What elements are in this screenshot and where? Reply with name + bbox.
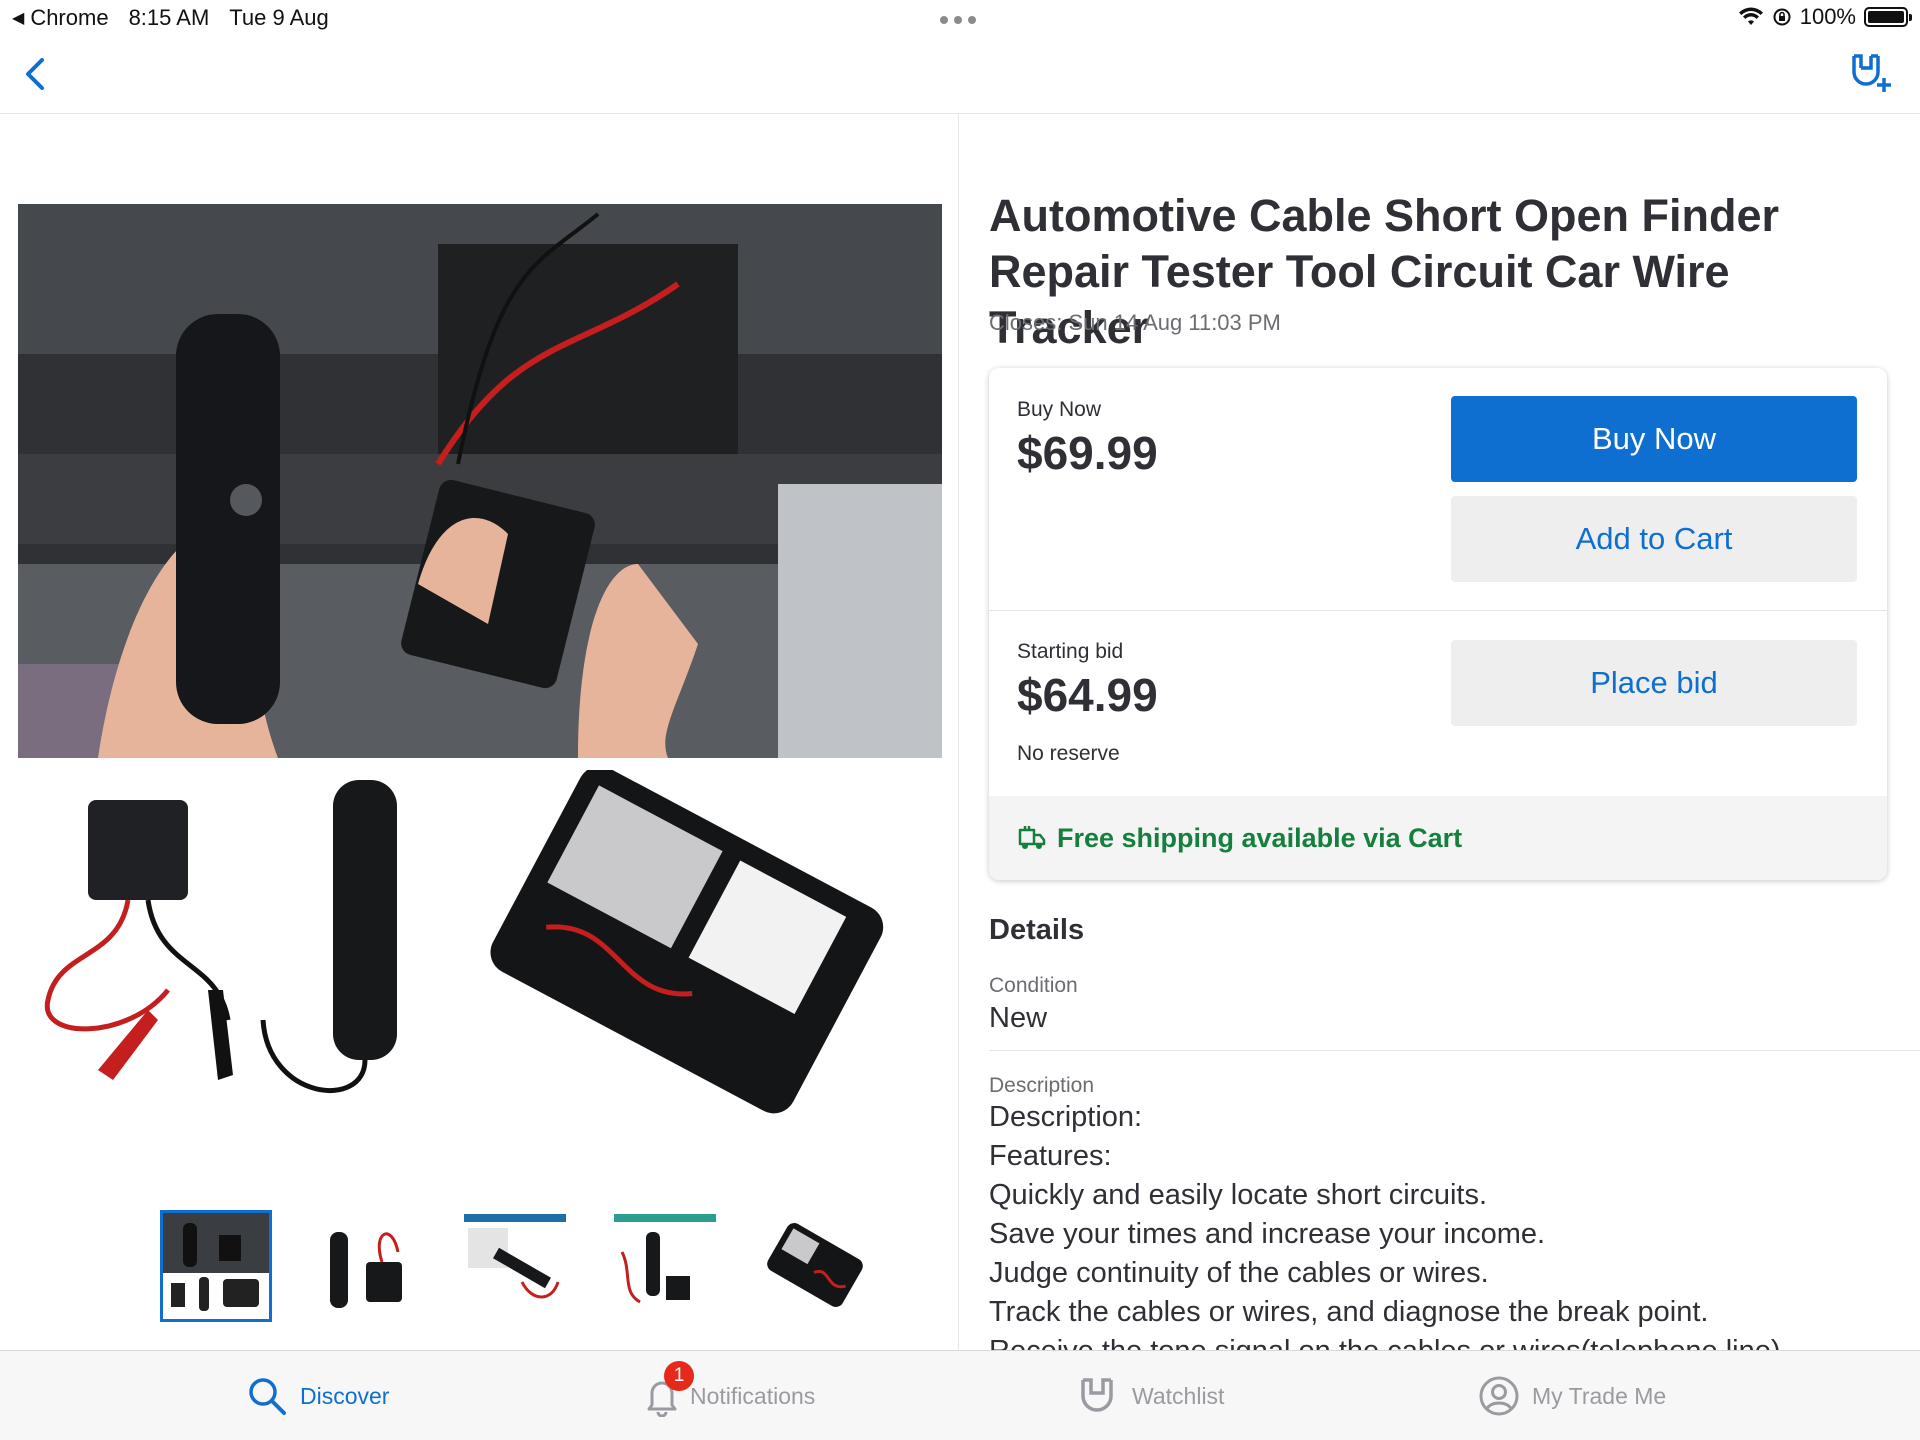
description-line: Quickly and easily locate short circuits… <box>989 1179 1488 1211</box>
status-app-name[interactable]: Chrome <box>30 5 108 31</box>
add-to-cart-button[interactable]: Add to Cart <box>1451 496 1857 582</box>
notification-badge: 1 <box>664 1361 694 1391</box>
main-product-image[interactable] <box>18 204 942 758</box>
tab-discover[interactable]: Discover <box>246 1373 389 1419</box>
tab-label: My Trade Me <box>1532 1382 1667 1409</box>
purchase-card: Buy Now $69.99 Buy Now Add to Cart Start… <box>989 368 1887 880</box>
condition-label: Condition <box>989 974 1078 997</box>
status-right: 100% <box>1738 4 1912 30</box>
shipping-banner[interactable]: Free shipping available via Cart <box>989 796 1887 880</box>
tab-watchlist[interactable]: Watchlist <box>1078 1373 1224 1419</box>
description-line: Description: <box>989 1101 1143 1133</box>
bottom-tab-bar: Discover 1 Notifications Watchlist My Tr… <box>0 1350 1920 1440</box>
reserve-status: No reserve <box>1017 742 1120 765</box>
description-line: Judge continuity of the cables or wires. <box>989 1257 1489 1289</box>
description-line: Receive the tone signal on the cables or… <box>989 1332 1889 1350</box>
product-kit-photo <box>18 766 942 1120</box>
column-divider <box>958 114 959 1350</box>
shipping-text: Free shipping available via Cart <box>1057 822 1463 853</box>
card-separator <box>989 610 1887 611</box>
search-icon <box>249 1378 286 1415</box>
user-circle-icon <box>1479 1376 1519 1416</box>
battery-percent: 100% <box>1799 4 1856 29</box>
tab-label: Notifications <box>690 1382 816 1409</box>
thumbnail-4[interactable] <box>610 1210 722 1322</box>
description-text: Description: Features: Quickly and easil… <box>989 1098 1889 1350</box>
back-to-app-icon[interactable]: ◀ <box>12 8 24 28</box>
orientation-lock-icon <box>1773 8 1791 26</box>
details-heading: Details <box>989 914 1085 946</box>
details-separator <box>989 1050 1920 1051</box>
place-bid-button[interactable]: Place bid <box>1451 640 1857 726</box>
multitasking-dots-icon[interactable] <box>940 16 976 24</box>
buy-now-button[interactable]: Buy Now <box>1451 396 1857 482</box>
watchlist-add-icon[interactable] <box>1848 50 1894 96</box>
thumbnail-2[interactable] <box>310 1210 422 1322</box>
buy-now-label: Buy Now <box>1017 398 1102 421</box>
wifi-icon <box>1738 7 1763 25</box>
chevron-left-icon[interactable] <box>16 52 56 96</box>
secondary-product-image[interactable] <box>18 766 942 1120</box>
bell-icon-wrap: 1 <box>646 1361 694 1418</box>
top-nav-bar <box>0 36 1920 114</box>
engine-bay-photo <box>18 204 942 758</box>
buy-now-price: $69.99 <box>1017 427 1158 479</box>
thumbnail-1[interactable] <box>160 1210 272 1322</box>
battery-icon <box>1864 7 1912 27</box>
starting-bid-price: $64.99 <box>1017 669 1158 721</box>
description-label: Description <box>989 1074 1095 1097</box>
condition-value: New <box>989 1002 1048 1034</box>
description-line: Track the cables or wires, and diagnose … <box>989 1296 1709 1328</box>
description-line: Save your times and increase your income… <box>989 1218 1546 1250</box>
status-bar: ◀ Chrome 8:15 AM Tue 9 Aug 100% <box>0 0 1920 36</box>
status-left: ◀ Chrome 8:15 AM Tue 9 Aug <box>12 5 329 31</box>
status-time: 8:15 AM <box>128 5 210 30</box>
thumbnail-strip <box>160 1210 872 1322</box>
status-date: Tue 9 Aug <box>229 5 329 30</box>
description-line: Features: <box>989 1140 1112 1172</box>
thumbnail-3[interactable] <box>460 1210 572 1322</box>
starting-bid-label: Starting bid <box>1017 640 1124 663</box>
truck-icon <box>1018 826 1046 849</box>
watchlist-icon <box>1081 1378 1113 1412</box>
closing-time: Closes: Sun 14 Aug 11:03 PM <box>989 310 1281 335</box>
tab-label: Discover <box>300 1382 390 1409</box>
tab-label: Watchlist <box>1132 1382 1225 1409</box>
tab-notifications[interactable]: 1 Notifications <box>646 1361 816 1419</box>
thumbnail-5[interactable] <box>760 1210 872 1322</box>
tab-my-trade-me[interactable]: My Trade Me <box>1478 1373 1666 1419</box>
